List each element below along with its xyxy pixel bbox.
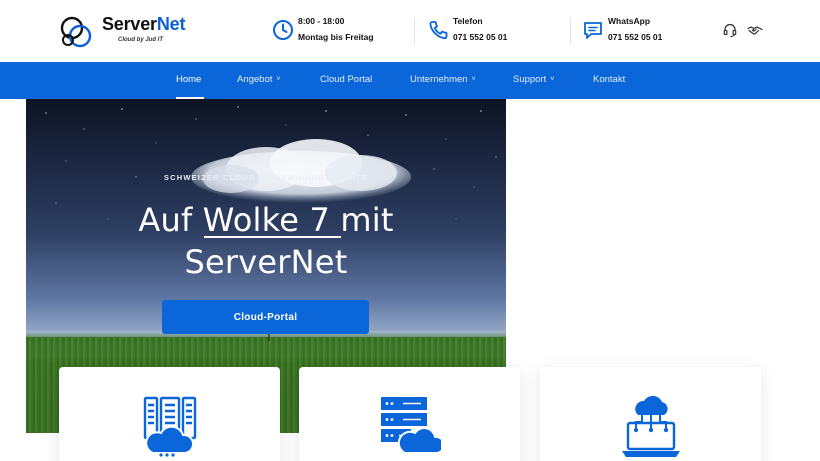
brand-tagline: Cloud by Jud IT	[118, 37, 163, 43]
brand-name: ServerNet	[102, 14, 186, 34]
cloud-illustration	[191, 139, 411, 203]
hours-time: 8:00 - 18:00	[298, 16, 345, 26]
chevron-down-icon: ˅	[550, 76, 555, 83]
hero-kicker: SCHWEIZER CLOUD FÜR KMU UND PRIVATE	[163, 173, 369, 182]
servernet-logo[interactable]: ServerNet Cloud by Jud IT	[58, 12, 188, 52]
nav-support[interactable]: Support ˅	[513, 62, 554, 99]
service-card-1[interactable]	[59, 367, 280, 461]
nav-angebot[interactable]: Angebot ˅	[237, 62, 281, 99]
chevron-down-icon: ˅	[471, 76, 476, 83]
whatsapp-label: WhatsApp	[608, 16, 651, 26]
hero-title: Auf Wolke 7 mit ServerNet	[26, 199, 506, 283]
chevron-down-icon: ˅	[276, 76, 281, 83]
nav-kontakt[interactable]: Kontakt	[593, 62, 625, 99]
nav-unternehmen[interactable]: Unternehmen ˅	[410, 62, 476, 99]
nav-home[interactable]: Home	[176, 62, 201, 99]
whatsapp-contact[interactable]: WhatsApp 071 552 05 01	[582, 16, 682, 48]
service-card-2[interactable]	[299, 367, 520, 461]
server-rack-cloud-icon	[381, 397, 441, 454]
nav-cloud-portal[interactable]: Cloud Portal	[320, 62, 372, 99]
cloud-network-laptop-icon	[622, 395, 680, 457]
service-card-3[interactable]	[540, 367, 761, 461]
clock-icon	[273, 20, 293, 40]
opening-hours: 8:00 - 18:00 Montag bis Freitag	[272, 16, 382, 48]
chat-icon	[584, 22, 602, 39]
hero-title-line2: ServerNet	[184, 243, 348, 281]
header-divider	[570, 18, 571, 44]
main-navigation: Home Angebot ˅ Cloud Portal Unternehmen ˅ …	[0, 62, 820, 99]
support-headset-icon[interactable]	[722, 22, 738, 38]
logo-mark-icon	[60, 16, 92, 48]
phone-number: 071 552 05 01	[453, 32, 508, 42]
phone-label: Telefon	[453, 16, 483, 26]
top-header: ServerNet Cloud by Jud IT 8:00 - 18:00 M…	[0, 0, 820, 62]
title-underline	[204, 236, 341, 238]
hero-title-line1: Auf Wolke 7 mit	[138, 201, 394, 239]
phone-contact[interactable]: Telefon 071 552 05 01	[427, 16, 527, 48]
whatsapp-number: 071 552 05 01	[608, 32, 663, 42]
cloud-portal-button[interactable]: Cloud-Portal	[162, 300, 369, 334]
phone-icon	[429, 21, 448, 40]
handshake-icon[interactable]	[747, 22, 763, 38]
header-divider	[414, 18, 415, 44]
server-cloud-icon	[143, 396, 197, 457]
hours-days: Montag bis Freitag	[298, 32, 374, 42]
